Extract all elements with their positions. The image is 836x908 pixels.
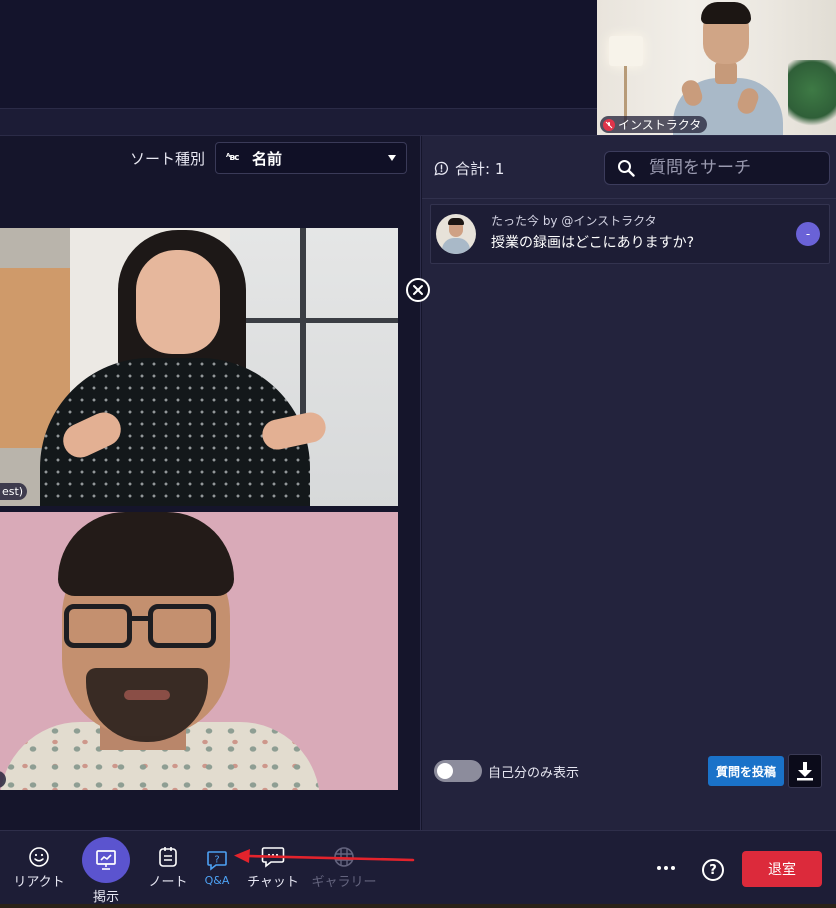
chat-icon — [261, 847, 285, 868]
more-dot — [664, 866, 668, 870]
toolbar-qa[interactable]: ? Q&A — [196, 831, 238, 905]
glasses-left-lens — [64, 604, 132, 648]
present-button-circle — [82, 837, 130, 883]
toolbar-reaction-label: リアクト — [13, 875, 65, 890]
glasses-right-lens — [148, 604, 216, 648]
abc-sort-icon: ᴬʙc — [226, 153, 239, 163]
question-action-button[interactable]: - — [796, 222, 820, 246]
self-view-name-label: インストラクタ — [600, 116, 708, 133]
leave-button[interactable]: 退室 — [742, 851, 822, 887]
instructor-neck — [715, 62, 737, 84]
toolbar-notes[interactable]: ノート — [142, 831, 194, 905]
my-questions-toggle-row: 自己分のみ表示 — [434, 760, 579, 782]
qa-total: 合計: 1 — [434, 158, 504, 179]
toolbar-notes-label: ノート — [148, 875, 188, 890]
toolbar-chat-label: チャット — [247, 875, 299, 890]
toggle-knob — [437, 763, 453, 779]
toolbar-qa-label: Q&A — [204, 874, 230, 887]
question-card[interactable]: たった今 by @インストラクタ 授業の録画はどこにありますか? - — [430, 204, 830, 264]
qa-total-label: 合計: 1 — [455, 160, 505, 178]
presentation-icon — [96, 850, 116, 870]
instructor-self-view[interactable] — [597, 0, 836, 135]
more-dot — [657, 866, 661, 870]
question-bubble-icon — [434, 161, 449, 176]
toolbar-present-label: 掲示 — [92, 890, 119, 905]
close-icon — [413, 285, 423, 295]
self-view-name: インストラクタ — [618, 118, 702, 132]
lamp-shade — [609, 36, 643, 66]
toolbar-reaction[interactable]: リアクト — [8, 831, 70, 905]
plant — [788, 60, 836, 135]
qa-icon: ? — [207, 851, 227, 871]
qa-panel: 合計: 1 たった今 by @インストラクタ 授業の録画はどこにありますか? - — [422, 136, 836, 830]
bottom-toolbar: リアクト 掲示 ノート ? Q&A チャット ギャラリー ? 退室 — [0, 830, 836, 905]
qa-header-divider — [422, 198, 836, 199]
avatar-body — [442, 238, 470, 254]
question-text: 授業の録画はどこにありますか? — [491, 235, 695, 251]
participant-video-tile[interactable]: est) — [0, 228, 398, 506]
toolbar-present[interactable]: 掲示 — [80, 831, 132, 905]
participant-name-badge: est) — [0, 483, 28, 500]
post-question-button[interactable]: 質問を投稿 — [708, 756, 784, 786]
toolbar-bottom-strip — [0, 904, 836, 908]
sort-select[interactable]: ᴬʙc 名前 — [215, 142, 408, 174]
glasses-bridge — [130, 616, 150, 621]
window-frame-horizontal — [230, 318, 398, 323]
smiley-icon — [29, 847, 49, 867]
qa-search-input[interactable] — [649, 158, 809, 178]
sort-row: ソート種別 ᴬʙc 名前 — [130, 142, 408, 174]
toolbar-chat[interactable]: チャット — [240, 831, 306, 905]
qa-search-box[interactable] — [604, 151, 830, 185]
download-icon — [797, 762, 813, 781]
avatar — [436, 214, 476, 254]
avatar-hair — [448, 218, 464, 225]
search-icon — [618, 160, 635, 177]
download-button[interactable] — [788, 754, 822, 788]
toolbar-gallery-label: ギャラリー — [311, 875, 377, 890]
app-root: インストラクタ ソート種別 ᴬʙc 名前 est) 合計: 1 質問をサーチ た… — [0, 0, 836, 908]
sort-select-value: 名前 — [252, 149, 283, 168]
more-dot — [671, 866, 675, 870]
close-panel-button[interactable] — [406, 278, 430, 302]
svg-text:?: ? — [214, 855, 219, 866]
my-questions-toggle[interactable] — [434, 760, 482, 782]
help-button[interactable]: ? — [702, 859, 724, 881]
participant-mouth — [124, 690, 170, 700]
video-gallery-column: ソート種別 ᴬʙc 名前 est) — [0, 136, 421, 830]
instructor-hair — [701, 2, 751, 24]
participant-hair — [58, 512, 234, 596]
my-questions-toggle-label: 自己分のみ表示 — [488, 765, 580, 781]
participant-face — [136, 250, 220, 354]
grid-icon — [334, 847, 354, 867]
notes-icon — [159, 847, 177, 867]
mic-off-icon — [603, 118, 615, 131]
more-options-button[interactable] — [650, 855, 682, 881]
toolbar-gallery[interactable]: ギャラリー — [306, 831, 382, 905]
participant-video-tile[interactable] — [0, 512, 398, 790]
caret-down-icon — [388, 155, 397, 161]
sort-label: ソート種別 — [130, 149, 206, 168]
question-meta: たった今 by @インストラクタ — [491, 214, 657, 228]
